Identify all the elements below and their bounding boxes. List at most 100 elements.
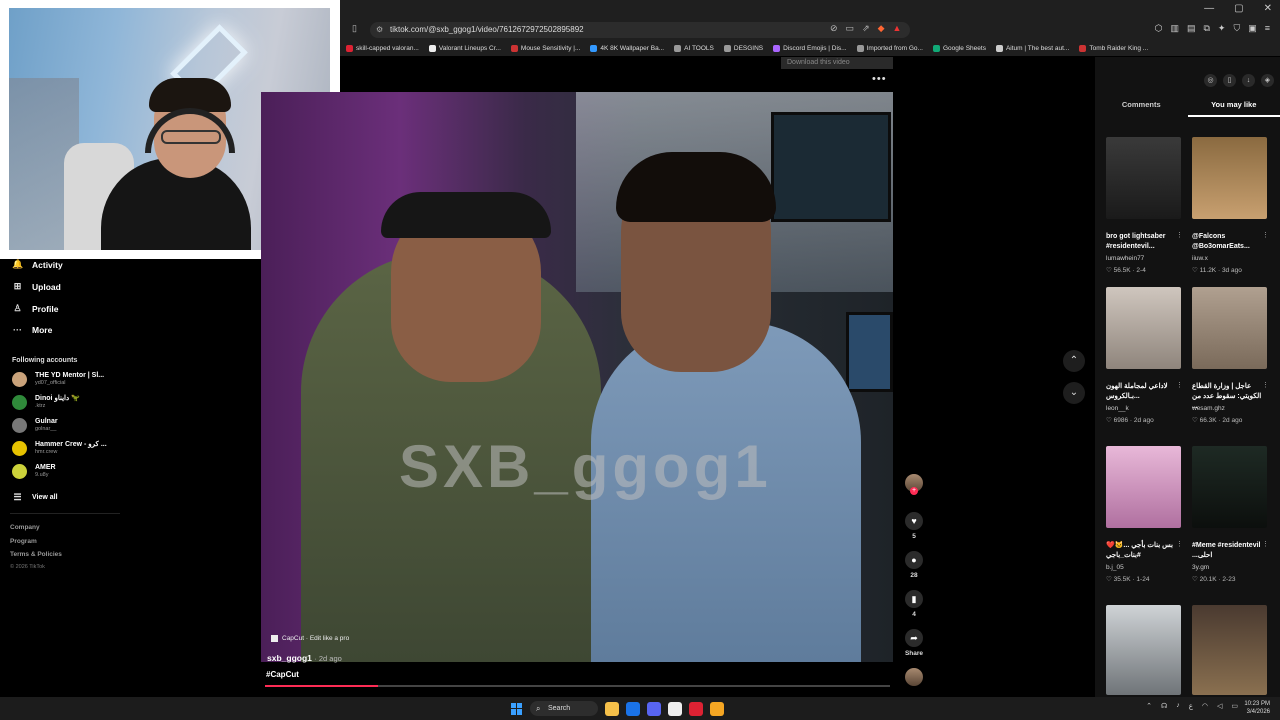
nav-profile[interactable]: ♙ Profile [12, 303, 58, 314]
taskbar-search[interactable]: ⌕ Search [530, 701, 598, 716]
card-more-icon[interactable]: ⋮ [1262, 231, 1269, 239]
site-info-icon[interactable]: ⚙ [376, 22, 383, 38]
video-thumbnail[interactable] [1106, 137, 1181, 219]
save-button[interactable]: ▮ 4 [900, 590, 928, 618]
headset-icon[interactable]: ☊ [1161, 702, 1167, 710]
more-options-icon[interactable]: ••• [872, 73, 887, 85]
nav-upload[interactable]: ⊞ Upload [12, 281, 61, 292]
taskbar-app-icon[interactable] [647, 701, 661, 716]
card-user[interactable]: lumawhein77 [1106, 255, 1144, 262]
card-title[interactable]: @Falcons @Bo3omarEats... [1192, 232, 1262, 252]
bookmark-item[interactable]: Valorant Lineups Cr... [428, 44, 501, 52]
menu-icon[interactable]: ≡ [1265, 23, 1270, 34]
rewards-icon[interactable]: ▲ [893, 23, 902, 34]
volume-icon[interactable]: ◁ [1217, 702, 1222, 710]
mic-icon[interactable]: ♪ [1176, 702, 1180, 710]
following-account[interactable]: AMER 9.u8y [12, 464, 56, 479]
share-button[interactable]: ➦ Share [900, 629, 928, 657]
minimize-button[interactable]: — [1204, 3, 1214, 14]
video-thumbnail[interactable] [1192, 446, 1267, 528]
video-progress-bar[interactable] [265, 685, 890, 687]
hashtag-link[interactable]: #CapCut [266, 670, 299, 679]
footer-terms[interactable]: Terms & Policies [10, 551, 62, 558]
download-video-button[interactable]: Download this video [781, 57, 893, 69]
language-icon[interactable]: ع [1189, 702, 1193, 710]
video-thumbnail[interactable] [1192, 137, 1267, 219]
video-thumbnail[interactable] [1106, 287, 1181, 369]
view-all-link[interactable]: ☰ View all [12, 492, 57, 503]
following-account[interactable]: THE YD Mentor | Sl... yd07_official [12, 372, 104, 387]
taskbar-app-icon[interactable] [626, 701, 640, 716]
like-button[interactable]: ♥ 5 [900, 512, 928, 540]
music-disc[interactable] [900, 668, 928, 686]
sidebar-icon[interactable]: ▥ [1170, 23, 1179, 34]
tab-you-may-like[interactable]: You may like [1187, 97, 1280, 117]
brave-shield-icon[interactable]: ◆ [878, 23, 885, 34]
tab-comments[interactable]: Comments [1095, 97, 1188, 117]
card-more-icon[interactable]: ⋮ [1262, 540, 1269, 548]
download-icon[interactable]: ↓ [1242, 74, 1255, 87]
clock[interactable]: 10:23 PM 3/4/2026 [1244, 700, 1270, 716]
nav-more[interactable]: ··· More [12, 325, 52, 335]
nav-activity[interactable]: 🔔 Activity [12, 259, 63, 270]
card-more-icon[interactable]: ⋮ [1176, 231, 1183, 239]
extension-icon[interactable]: ⬡ [1155, 23, 1163, 34]
card-title[interactable]: #Meme #residentevil ...احلى [1192, 541, 1262, 561]
bookmark-item[interactable]: skill-capped valoran... [346, 44, 419, 52]
maximize-button[interactable]: ▢ [1234, 3, 1243, 14]
chevron-up-icon[interactable]: ⌃ [1146, 702, 1152, 710]
card-user[interactable]: leon__k [1106, 405, 1129, 412]
puzzle-icon[interactable]: ✦ [1218, 23, 1226, 34]
tracking-icon[interactable]: ⊘ [830, 23, 838, 34]
card-title[interactable]: لاداعي لمجاملة الهون ...بـالكروس [1106, 382, 1176, 402]
bookmark-item[interactable]: Tomb Raider King ... [1079, 44, 1148, 52]
video-thumbnail[interactable] [1192, 287, 1267, 369]
card-more-icon[interactable]: ⋮ [1262, 381, 1269, 389]
bookmark-item[interactable]: Google Sheets [932, 44, 986, 52]
share-icon[interactable]: ⇗ [862, 23, 870, 34]
capcut-tag[interactable]: CapCut · Edit like a pro [271, 635, 349, 642]
video-player[interactable]: SXB_ggog1 CapCut · Edit like a pro [261, 92, 893, 662]
compass-icon[interactable]: ◎ [1204, 74, 1217, 87]
screenshot-icon[interactable]: ⧉ [1203, 23, 1209, 34]
card-user[interactable]: 3y.gm [1192, 564, 1209, 571]
following-account[interactable]: Dinoi دايناو 🦖 .ktrz [12, 395, 80, 410]
phone-icon[interactable]: ▯ [1223, 74, 1236, 87]
bookmark-item[interactable]: 4K 8K Wallpaper Ba... [590, 44, 664, 52]
comment-button[interactable]: ● 28 [900, 551, 928, 579]
following-account[interactable]: Hammer Crew - كرو ... hmr.crew [12, 441, 107, 456]
start-icon[interactable] [511, 702, 523, 715]
follow-plus-icon[interactable]: + [910, 487, 918, 495]
previous-video-button[interactable]: ⌃ [1063, 350, 1085, 372]
card-more-icon[interactable]: ⋮ [1176, 540, 1183, 548]
taskbar-app-icon[interactable] [710, 701, 724, 716]
wifi-icon[interactable]: ◠ [1202, 702, 1208, 710]
video-thumbnail[interactable] [1192, 605, 1267, 695]
video-author[interactable]: sxb_ggog1 · 2d ago [267, 653, 342, 663]
card-user[interactable]: iiuw.x [1192, 255, 1208, 262]
taskbar-app-icon[interactable] [605, 701, 619, 716]
following-account[interactable]: Gulnar golnar__ [12, 418, 58, 433]
account-icon[interactable]: ◈ [1261, 74, 1274, 87]
card-user[interactable]: wesam.ghz [1192, 405, 1225, 412]
creator-avatar[interactable]: + [900, 474, 928, 495]
url-input[interactable]: ⚙ tiktok.com/@sxb_ggog1/video/7612672972… [370, 22, 910, 38]
battery-icon[interactable]: ▭ [1231, 702, 1238, 710]
close-button[interactable]: ✕ [1264, 3, 1272, 14]
cast-icon[interactable]: ▭ [846, 23, 855, 34]
bookmark-item[interactable]: Discord Emojis | Dis... [773, 44, 847, 52]
bookmark-item[interactable]: Imported from Go... [856, 44, 923, 52]
next-video-button[interactable]: ⌄ [1063, 382, 1085, 404]
video-thumbnail[interactable] [1106, 605, 1181, 695]
bookmark-star-icon[interactable]: ▯ [352, 23, 357, 34]
footer-program[interactable]: Program [10, 538, 37, 545]
taskbar-app-icon[interactable] [668, 701, 682, 716]
vpn-icon[interactable]: ⛉ [1233, 23, 1240, 34]
card-title[interactable]: بس بنات بأجي ...🐱❤️ #بنات_باجي [1106, 541, 1176, 561]
bookmark-item[interactable]: Mouse Sensitivity |... [510, 44, 580, 52]
taskbar-app-icon[interactable] [689, 701, 703, 716]
bookmark-item[interactable]: AI TOOLS [674, 44, 714, 52]
tabs-icon[interactable]: ▤ [1187, 23, 1196, 34]
card-user[interactable]: b.j_05 [1106, 564, 1124, 571]
footer-company[interactable]: Company [10, 524, 40, 531]
